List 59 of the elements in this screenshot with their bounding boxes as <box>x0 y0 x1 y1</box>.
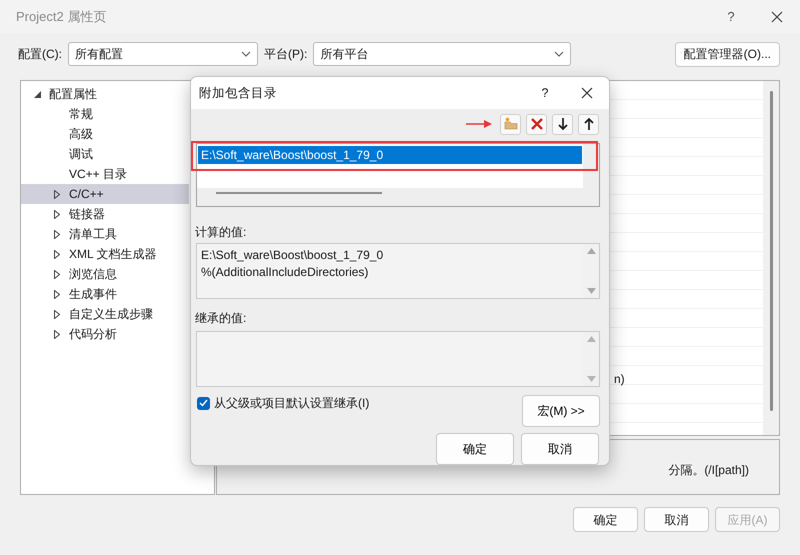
computed-label: 计算的值: <box>194 224 248 241</box>
dialog-button[interactable]: 取消 <box>644 507 709 532</box>
arrow-annotation <box>466 120 492 128</box>
collapsed-icon[interactable] <box>54 210 60 218</box>
description-text: 分隔。(/I[path]) <box>668 462 749 480</box>
directory-list[interactable]: E:\Soft_ware\Boost\boost_1_79_0 <box>196 143 600 207</box>
collapsed-icon[interactable] <box>54 250 60 258</box>
list-item[interactable]: E:\Soft_ware\Boost\boost_1_79_0 <box>198 146 582 164</box>
inherit-checkbox[interactable] <box>197 396 210 410</box>
tree-item[interactable]: 高级 <box>21 124 189 144</box>
scrollbar-thumb[interactable] <box>216 192 382 194</box>
collapsed-icon[interactable] <box>54 290 60 298</box>
tree-item[interactable]: C/C++ <box>21 184 189 204</box>
tree-item[interactable]: 清单工具 <box>21 224 189 244</box>
macro-button[interactable]: 宏(M) >> <box>522 395 600 427</box>
tree-item[interactable]: 调试 <box>21 144 189 164</box>
up-arrow-icon <box>582 117 596 131</box>
close-icon[interactable] <box>581 87 593 99</box>
checkbox-label: 从父级或项目默认设置继承(I) <box>214 395 370 412</box>
config-manager-button[interactable]: 配置管理器(O)... <box>674 42 780 66</box>
caret-icon <box>554 51 564 57</box>
caret-icon <box>241 51 251 57</box>
collapsed-icon[interactable] <box>54 330 60 338</box>
tree-item[interactable]: XML 文档生成器 <box>21 244 189 264</box>
new-folder-icon <box>504 117 518 131</box>
close-icon[interactable] <box>771 10 783 22</box>
collapsed-icon[interactable] <box>54 270 60 278</box>
tree-item[interactable]: 配置属性 <box>21 84 189 104</box>
inherited-label: 继承的值: <box>194 310 248 327</box>
help-button[interactable]: ? <box>525 84 565 102</box>
scrollbar-thumb[interactable] <box>770 91 772 411</box>
toolbar-button[interactable] <box>578 114 599 134</box>
expanded-icon[interactable] <box>34 90 40 98</box>
value-line: %(AdditionalIncludeDirectories) <box>201 264 370 281</box>
help-button[interactable]: ? <box>708 6 754 26</box>
dropdown[interactable]: 所有配置 <box>68 42 258 66</box>
tree-item[interactable]: VC++ 目录 <box>21 164 189 184</box>
collapsed-icon[interactable] <box>54 230 60 238</box>
delete-icon <box>530 117 544 131</box>
dialog-title: 附加包含目录 <box>199 84 277 102</box>
value-line: E:\Soft_ware\Boost\boost_1_79_0 <box>201 247 384 264</box>
field-label: 配置(C): <box>18 46 62 63</box>
tree-item[interactable]: 常规 <box>21 104 189 124</box>
collapsed-icon[interactable] <box>54 310 60 318</box>
field-label: 平台(P): <box>264 46 308 63</box>
cancel-button[interactable]: 取消 <box>521 433 599 465</box>
down-arrow-icon <box>556 117 570 131</box>
tree-item[interactable]: 代码分析 <box>21 324 189 344</box>
tree-item[interactable]: 链接器 <box>21 204 189 224</box>
dropdown[interactable]: 所有平台 <box>313 42 572 66</box>
tree-item[interactable]: 自定义生成步骤 <box>21 304 189 324</box>
ok-button[interactable]: 确定 <box>436 433 514 465</box>
window-title: Project2 属性页 <box>16 8 106 26</box>
dialog-button[interactable]: 确定 <box>573 507 638 532</box>
tree-item[interactable]: 浏览信息 <box>21 264 189 284</box>
toolbar-button[interactable] <box>552 114 573 134</box>
collapsed-icon[interactable] <box>54 190 60 198</box>
tree-item[interactable]: 生成事件 <box>21 284 189 304</box>
property-value: n) <box>614 371 625 388</box>
